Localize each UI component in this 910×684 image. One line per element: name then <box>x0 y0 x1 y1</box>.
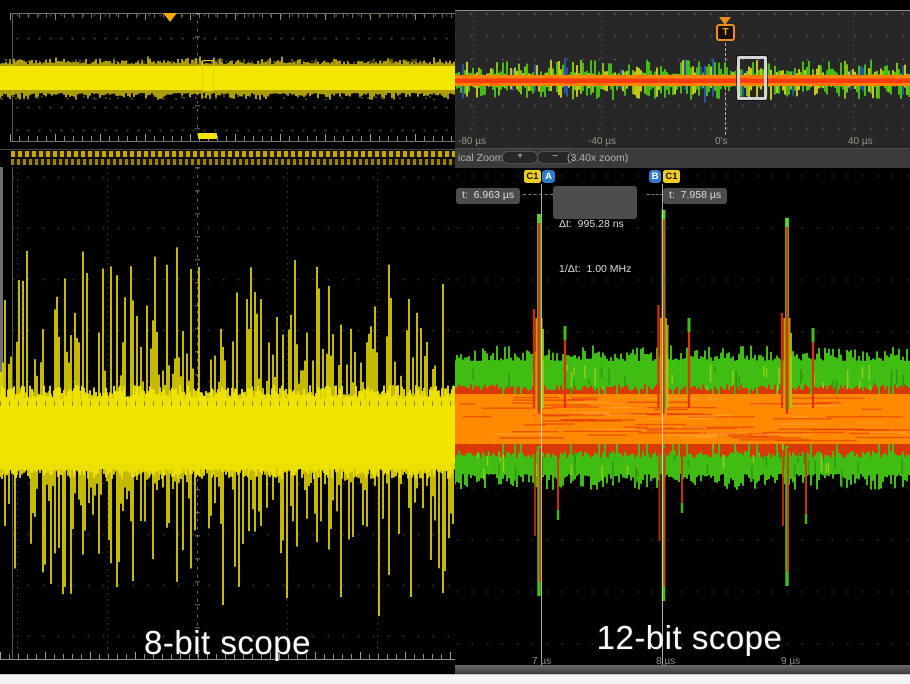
right-scope-12bit: T -80 µs -40 µs 0's 40 µs ical Zoom + − … <box>455 0 910 684</box>
left-main-waveform <box>0 167 455 662</box>
left-zoom-window-box[interactable] <box>202 60 214 91</box>
inv-delta-t-readout: 1/Δt: 1.00 MHz <box>559 262 631 277</box>
overview-tick-label-m80: -80 µs <box>458 136 486 147</box>
left-zoom-position-marker[interactable] <box>198 133 217 139</box>
axis-label-8us: 8 µs <box>656 656 675 667</box>
left-zoom-strip <box>0 149 455 167</box>
left-overview-bottom-ticks-major <box>10 134 455 141</box>
left-zoom-strip-edge <box>0 149 455 150</box>
scope-comparison-screenshot: 8-bit scope T -80 µs -40 µs 0's 40 µs ic… <box>0 0 910 684</box>
overview-tick-label-m40: -40 µs <box>588 136 616 147</box>
overview-tick-label-0: 0's <box>715 136 727 147</box>
left-overview-waveform <box>0 55 455 100</box>
left-main-center-graticule <box>0 401 455 406</box>
cursor-a-badge[interactable]: A <box>542 170 555 183</box>
left-zoom-strip-band-1 <box>11 151 455 157</box>
right-main-waveform <box>455 168 910 665</box>
right-zoom-window-box[interactable] <box>737 56 767 100</box>
cursor-a-line[interactable] <box>541 184 542 665</box>
delta-readout-box: Δt: 995.28 ns 1/Δt: 1.00 MHz <box>553 186 637 219</box>
left-main-view: 8-bit scope <box>0 167 455 662</box>
left-trigger-position-icon[interactable] <box>163 13 177 22</box>
cursor-b-readout: t: 7.958 µs <box>663 188 727 204</box>
zoom-toolbar-title: ical Zoom <box>458 152 504 164</box>
delta-t-readout: Δt: 995.28 ns <box>559 217 631 232</box>
left-scope-caption: 8-bit scope <box>0 625 455 661</box>
cursor-b-badge[interactable]: B <box>649 170 661 183</box>
left-overview-bottom-graticule <box>10 141 455 142</box>
left-overview-panel <box>0 0 455 148</box>
cursor-b-line[interactable] <box>662 184 663 665</box>
zoom-in-button[interactable]: + <box>502 151 538 164</box>
cursor-connector-a <box>523 194 553 195</box>
cursor-connector-b <box>647 194 663 195</box>
cursor-b-channel-badge[interactable]: C1 <box>663 170 680 183</box>
right-scope-caption: 12-bit scope <box>455 620 910 656</box>
right-trigger-flag-icon[interactable]: T <box>716 24 735 41</box>
overview-tick-label-p40: 40 µs <box>848 136 873 147</box>
right-overview-waveform <box>455 55 910 105</box>
axis-label-7us: 7 µs <box>532 656 551 667</box>
left-overview-top-ticks-major <box>10 14 455 20</box>
left-scope-8bit: 8-bit scope <box>0 0 455 684</box>
axis-label-9us: 9 µs <box>781 656 800 667</box>
right-main-view: C1 A B C1 t: 6.963 µs Δt: 995.28 ns 1/Δt… <box>455 168 910 665</box>
right-overview-panel: T -80 µs -40 µs 0's 40 µs <box>455 11 910 148</box>
left-zoom-strip-band-2 <box>11 159 455 165</box>
page-bottom-strip <box>0 674 910 684</box>
right-bottom-bar <box>455 665 910 674</box>
zoom-toolbar: ical Zoom + − (3.40x zoom) <box>455 148 910 168</box>
cursor-a-readout: t: 6.963 µs <box>456 188 520 204</box>
zoom-factor-label: (3.40x zoom) <box>567 152 628 164</box>
cursor-a-channel-badge[interactable]: C1 <box>524 170 541 183</box>
